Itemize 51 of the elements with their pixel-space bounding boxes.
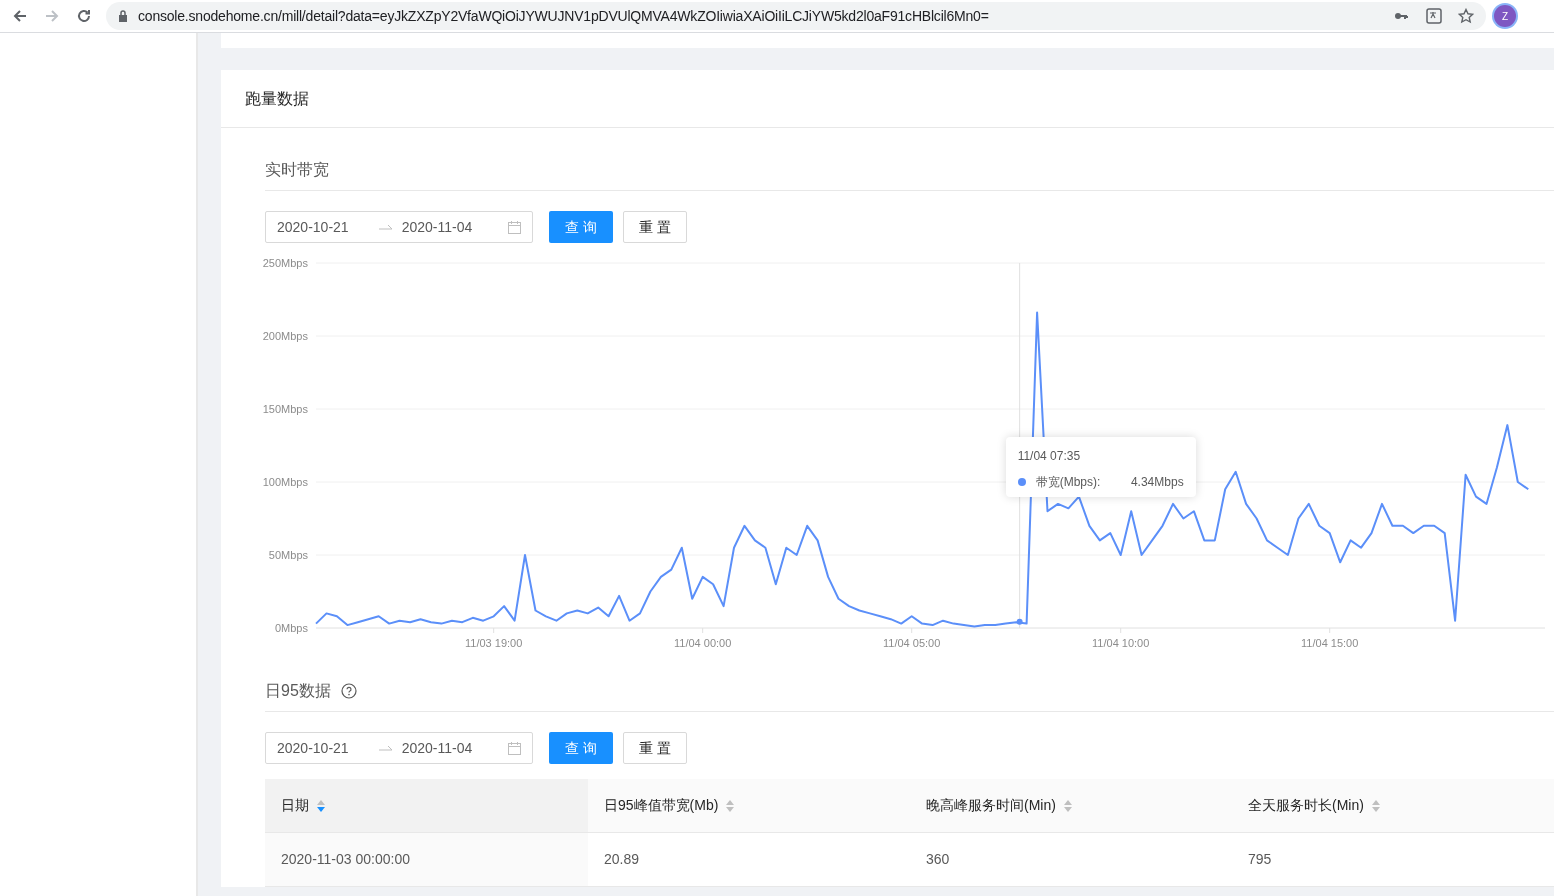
address-bar[interactable]: console.snodehome.cn/mill/detail?data=eyJkZXZpY2VfaWQiOiJYWUJNV1pDVUlQMVA4WkZOIiwiaXAiOiIiLCJiYW5kd2l0aF91cHBlcil6Mn0= <box>106 2 1486 30</box>
translate-icon[interactable] <box>1426 8 1442 24</box>
x-axis-label: 11/04 05:00 <box>883 637 941 649</box>
url-text: console.snodehome.cn/mill/detail?data=eyJkZXZpY2VfaWQiOiJYWUJNV1pDVUlQMVA4WkZOIiwiaXAiOiIiLCJiYW5kd2l0aF91cHBlcil6Mn0= <box>138 6 989 26</box>
section-title: 日95数据 <box>265 681 331 701</box>
calendar-icon <box>508 220 521 234</box>
section-title: 实时带宽 <box>265 161 329 178</box>
back-icon[interactable] <box>12 8 28 24</box>
tooltip-title: 11/04 07:35 <box>1017 448 1082 465</box>
reset-button[interactable]: 重 置 <box>623 211 687 243</box>
tooltip-series: 带宽(Mbps): <box>1035 474 1101 491</box>
lock-icon <box>118 10 128 22</box>
x-axis-label: 11/03 19:00 <box>465 637 523 649</box>
calendar-icon <box>508 741 521 755</box>
card-title: 跑量数据 <box>245 88 309 109</box>
reload-icon[interactable] <box>76 8 92 24</box>
y-axis-label: 100Mbps <box>262 476 308 488</box>
column-title: 日95峰值带宽(Mb) <box>604 796 719 815</box>
x-axis-label: 11/04 10:00 <box>1092 637 1150 649</box>
profile-avatar[interactable]: Z <box>1494 5 1516 27</box>
tooltip-value: 4.34Mbps <box>1130 474 1184 491</box>
start-date: 2020-10-21 <box>277 738 349 758</box>
help-icon[interactable] <box>340 683 357 699</box>
table-cell-text: 2020-11-03 00:00:00 <box>281 850 410 869</box>
y-axis-label: 150Mbps <box>262 403 308 415</box>
end-date: 2020-11-04 <box>401 738 473 758</box>
table-cell-text: 795 <box>1248 850 1272 869</box>
table-cell-text: 20.89 <box>604 850 640 869</box>
reset-button[interactable]: 重 置 <box>623 732 687 764</box>
x-axis-label: 11/04 15:00 <box>1301 637 1359 649</box>
date-range-picker[interactable]: 2020-10-21 2020-11-04 <box>265 211 533 243</box>
y-axis-label: 250Mbps <box>262 257 308 269</box>
table-cell-text: 360 <box>926 850 950 869</box>
hover-point <box>1016 618 1023 625</box>
star-icon[interactable] <box>1458 8 1474 24</box>
column-title: 全天服务时长(Min) <box>1248 796 1364 815</box>
start-date: 2020-10-21 <box>277 217 349 237</box>
column-header[interactable]: 日期 <box>265 779 588 832</box>
date-range-picker[interactable]: 2020-10-21 2020-11-04 <box>265 732 533 764</box>
y-axis-label: 0Mbps <box>274 622 308 634</box>
key-icon[interactable] <box>1394 11 1408 21</box>
y-axis-label: 50Mbps <box>268 549 308 561</box>
column-header[interactable]: 日95峰值带宽(Mb) <box>588 779 910 832</box>
column-title: 日期 <box>281 796 309 815</box>
column-header[interactable]: 晚高峰服务时间(Min) <box>910 779 1232 832</box>
column-header[interactable]: 全天服务时长(Min) <box>1232 779 1554 832</box>
x-axis-label: 11/04 00:00 <box>674 637 732 649</box>
end-date: 2020-11-04 <box>401 217 473 237</box>
column-title: 晚高峰服务时间(Min) <box>926 796 1056 815</box>
sort-icon[interactable] <box>317 799 325 812</box>
y-axis-label: 200Mbps <box>262 330 308 342</box>
